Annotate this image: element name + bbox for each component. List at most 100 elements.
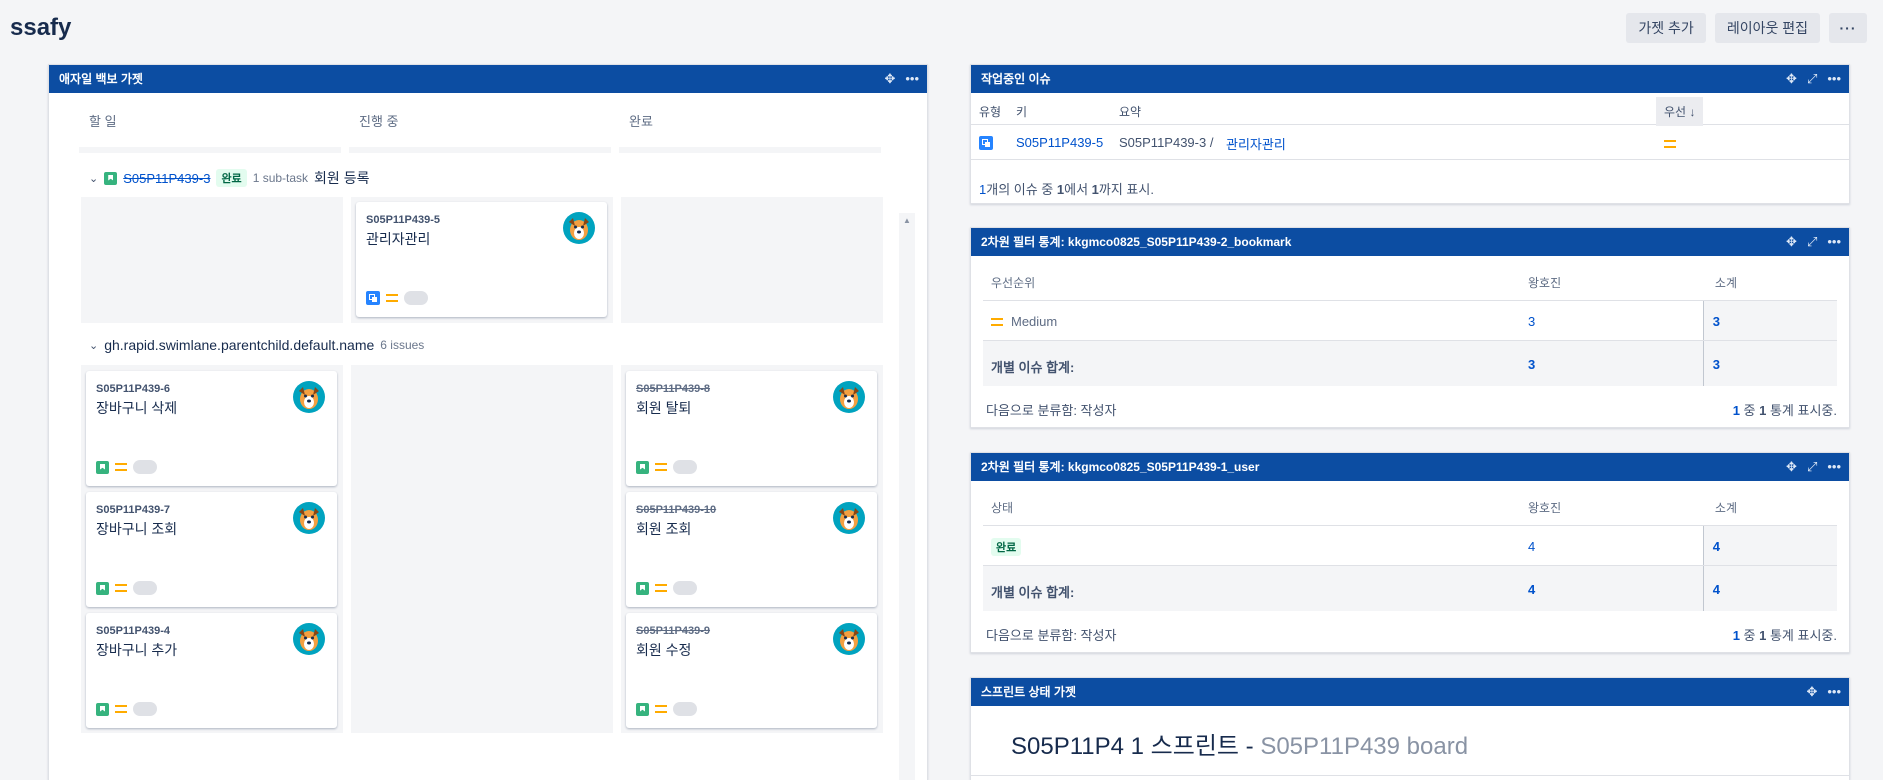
maximize-icon[interactable]: ⤢ — [1807, 453, 1817, 481]
move-icon[interactable]: ✥ — [1786, 453, 1797, 481]
sprint-status-gadget: 스프린트 상태 가젯 ✥ ••• S05P11P4 1 스프린트 - S05P1… — [970, 677, 1850, 780]
scroll-up-icon[interactable]: ▲ — [899, 213, 915, 229]
issue-key: S05P11P439-7 — [96, 504, 171, 516]
pagination-end: 1 — [1091, 182, 1099, 197]
story-icon — [636, 581, 649, 595]
gadget-header: 스프린트 상태 가젯 ✥ ••• — [971, 678, 1849, 706]
total-label: 개별 이슈 합계: — [991, 360, 1075, 375]
move-icon[interactable]: ✥ — [884, 65, 895, 93]
swimlane-header[interactable]: ⌄ S05P11P439-3 완료 1 sub-task 회원 등록 — [89, 168, 369, 188]
issue-summary: 장바구니 삭제 — [96, 400, 178, 416]
row-label: Medium — [1011, 314, 1058, 329]
parent-issue-key[interactable]: S05P11P439-3 / — [1119, 135, 1213, 150]
issue-key-link[interactable]: S05P11P439-5 — [1016, 135, 1103, 150]
gadget-title: 2차원 필터 통계: kkgmco0825_S05P11P439-2_bookm… — [981, 235, 1292, 249]
avatar — [833, 381, 865, 416]
issue-key: S05P11P439-9 — [636, 625, 711, 637]
gadget-menu-icon[interactable]: ••• — [1827, 65, 1841, 93]
group-by-text: 다음으로 분류함: 작성자 — [986, 628, 1117, 643]
column-header-todo: 할 일 — [79, 93, 341, 153]
stat-text: 통계 표시중. — [1766, 628, 1837, 643]
issue-summary: 장바구니 추가 — [96, 642, 178, 658]
board-column-headers: 할 일 진행 중 완료 — [79, 93, 927, 153]
issue-key: S05P11P439-8 — [636, 383, 711, 395]
row-dimension-header: 상태 — [991, 501, 1014, 515]
stats-display-summary: 1 중 1 통계 표시중. — [1733, 400, 1837, 419]
issue-summary: 회원 탈퇴 — [636, 400, 692, 416]
issue-card[interactable]: S05P11P439-9 회원 수정 — [626, 613, 877, 728]
subtotal-cell — [1703, 301, 1837, 340]
maximize-icon[interactable]: ⤢ — [1807, 228, 1817, 256]
story-icon — [96, 581, 109, 595]
subtask-icon — [979, 136, 993, 150]
lane1-done-column — [621, 197, 883, 323]
column-header-type: 유형 — [979, 105, 1002, 119]
gadget-menu-icon[interactable]: ••• — [1827, 453, 1841, 481]
estimate-badge — [673, 581, 697, 595]
move-icon[interactable]: ✥ — [1786, 228, 1797, 256]
gadget-menu-icon[interactable]: ••• — [1827, 228, 1841, 256]
subtotal-link[interactable]: 3 — [1713, 314, 1720, 329]
story-icon — [636, 702, 649, 716]
subtotal-column-header: 소계 — [1714, 276, 1737, 290]
subtotal-column-header: 소계 — [1714, 501, 1737, 515]
issue-summary-link[interactable]: 관리자관리 — [1226, 134, 1286, 153]
lane2-todo-column: S05P11P439-6 장바구니 삭제 S05P11P439-7 장바구니 조… — [81, 365, 343, 733]
stats-table: 우선순위 왕호진 소계 Medium 3 3 개별 이슈 합계: 3 3 — [983, 256, 1837, 396]
total-subtotal-link[interactable]: 3 — [1713, 357, 1720, 372]
issue-card[interactable]: S05P11P439-10 회원 조회 — [626, 492, 877, 607]
two-dimensional-stats-gadget: 2차원 필터 통계: kkgmco0825_S05P11P439-2_bookm… — [970, 227, 1850, 428]
total-subtotal-link[interactable]: 4 — [1713, 582, 1720, 597]
gadget-menu-icon[interactable]: ••• — [1827, 678, 1841, 706]
count-link[interactable]: 3 — [1528, 314, 1535, 329]
maximize-icon[interactable]: ⤢ — [1807, 65, 1817, 93]
total-count-link[interactable]: 4 — [1528, 582, 1535, 597]
issue-card[interactable]: S05P11P439-8 회원 탈퇴 — [626, 371, 877, 486]
story-icon — [96, 702, 109, 716]
subtotal-cell — [1703, 526, 1837, 565]
add-gadget-button[interactable]: 가젯 추가 — [1626, 13, 1706, 43]
swimlane-header[interactable]: ⌄ gh.rapid.swimlane.parentchild.default.… — [89, 337, 424, 353]
stat-count: 1 — [1732, 628, 1740, 643]
parent-issue-summary: 회원 등록 — [314, 170, 370, 186]
pagination-text: 개의 이슈 중 — [986, 182, 1057, 197]
subtotal-cell — [1703, 341, 1837, 386]
chevron-down-icon[interactable]: ⌄ — [89, 172, 98, 185]
subtotal-cell — [1703, 566, 1837, 611]
count-link[interactable]: 4 — [1528, 539, 1535, 554]
move-icon[interactable]: ✥ — [1806, 678, 1817, 706]
issue-card[interactable]: S05P11P439-4 장바구니 추가 — [86, 613, 337, 728]
total-count-link[interactable]: 3 — [1528, 357, 1535, 372]
gadget-title: 애자일 백보 가젯 — [59, 72, 143, 86]
more-actions-button[interactable]: ··· — [1829, 13, 1867, 43]
lane1-in-progress-column: S05P11P439-5 관리자관리 — [351, 197, 613, 323]
gadget-title: 스프린트 상태 가젯 — [981, 685, 1076, 699]
user-column-header: 왕호진 — [1528, 276, 1562, 290]
gadget-title: 작업중인 이슈 — [981, 72, 1051, 86]
priority-medium-icon — [655, 584, 667, 592]
column-header-priority[interactable]: 우선 ↓ — [1656, 97, 1704, 126]
issue-card[interactable]: S05P11P439-6 장바구니 삭제 — [86, 371, 337, 486]
gadget-header: 2차원 필터 통계: kkgmco0825_S05P11P439-2_bookm… — [971, 228, 1849, 256]
lane1-todo-column — [81, 197, 343, 323]
issue-key: S05P11P439-10 — [636, 504, 717, 516]
column-header-in-progress: 진행 중 — [349, 93, 611, 153]
stat-text: 중 — [1739, 403, 1760, 418]
subtotal-link[interactable]: 4 — [1713, 539, 1720, 554]
issue-card[interactable]: S05P11P439-5 관리자관리 — [356, 202, 607, 317]
issue-summary: 장바구니 조회 — [96, 521, 178, 537]
issue-key: S05P11P439-5 — [366, 214, 441, 226]
board-scrollbar[interactable]: ▲ — [899, 213, 915, 780]
move-icon[interactable]: ✥ — [1786, 65, 1797, 93]
parent-issue-key[interactable]: S05P11P439-3 — [123, 171, 210, 186]
sprint-name: S05P11P4 1 스프린트 — [1011, 733, 1239, 760]
edit-layout-button[interactable]: 레이아웃 편집 — [1714, 13, 1820, 43]
gadget-header: 애자일 백보 가젯 ✥ ••• — [49, 65, 927, 93]
pagination-text: 까지 표시. — [1098, 182, 1154, 197]
chevron-down-icon[interactable]: ⌄ — [89, 339, 98, 352]
column-header-summary: 요약 — [1119, 105, 1142, 119]
gadget-menu-icon[interactable]: ••• — [905, 65, 919, 93]
dashboard-actions: 가젯 추가 레이아웃 편집 ··· — [1626, 13, 1867, 43]
issue-card[interactable]: S05P11P439-7 장바구니 조회 — [86, 492, 337, 607]
estimate-badge — [404, 291, 428, 305]
